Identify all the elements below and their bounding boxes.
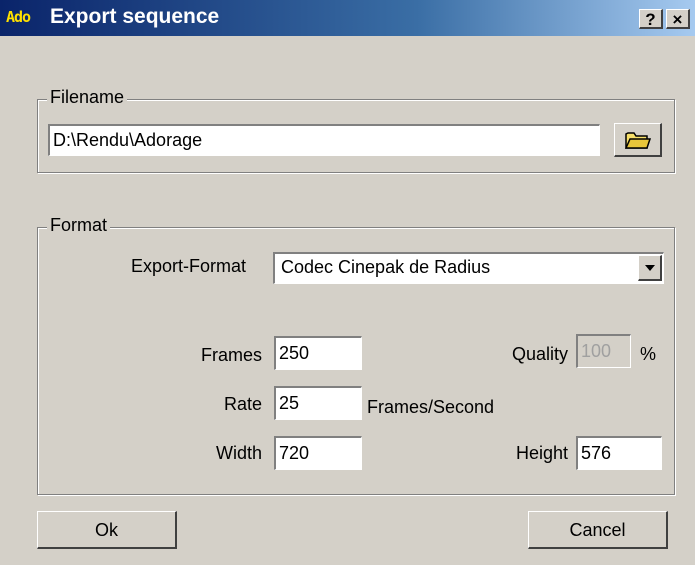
help-button[interactable]: ? [639,9,663,29]
ok-button[interactable]: Ok [37,511,177,549]
width-label: Width [215,443,262,463]
quality-label: Quality [511,344,568,364]
filename-input[interactable] [48,124,600,156]
rate-label: Rate [223,394,262,414]
rate-unit: Frames/Second [367,397,495,417]
export-format-value: Codec Cinepak de Radius [281,257,491,277]
height-input[interactable] [576,436,662,470]
quality-unit: % [640,344,657,364]
width-input[interactable] [274,436,362,470]
browse-button[interactable] [614,123,662,157]
title-bar[interactable]: Ado Export sequence ? × [0,0,695,36]
export-format-label: Export-Format [131,256,247,276]
export-format-select[interactable]: Codec Cinepak de Radius [273,252,664,284]
folder-icon [625,132,651,149]
frames-label: Frames [200,345,262,365]
height-label: Height [515,443,568,463]
chevron-down-icon[interactable] [638,255,662,281]
close-button[interactable]: × [666,9,690,29]
cancel-button[interactable]: Cancel [528,511,668,549]
filename-legend: Filename [47,87,128,108]
window-title: Export sequence [50,5,220,28]
format-legend: Format [47,215,111,236]
app-logo-icon: Ado [6,8,31,26]
rate-input[interactable] [274,386,362,420]
quality-input[interactable] [576,334,631,368]
frames-input[interactable] [274,336,362,370]
